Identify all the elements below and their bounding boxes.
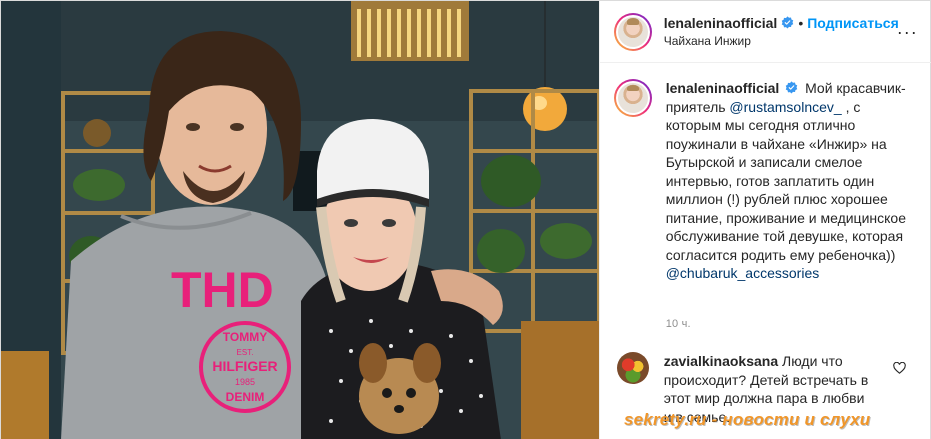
mention-link[interactable]: @chubaruk_accessories	[666, 265, 820, 281]
post-timestamp[interactable]: 10 ч.	[666, 318, 691, 330]
instagram-post: THD TOMMY EST. HILFIGER 1985 DENIM lenal…	[0, 0, 931, 439]
header-text: lenaleninaofficial • Подписаться Чайхана…	[664, 14, 899, 50]
badge-bottom-text: DENIM	[226, 390, 265, 404]
header-separator: •	[798, 14, 804, 31]
badge-top-text: TOMMY	[223, 330, 267, 344]
author-username[interactable]: lenaleninaofficial	[664, 14, 778, 32]
shirt-print: THD TOMMY EST. HILFIGER 1985 DENIM	[171, 262, 291, 413]
caption-body-end: , с которым мы сегодня отлично поужинали…	[665, 98, 906, 263]
caption-author-avatar[interactable]	[613, 79, 652, 117]
site-watermark: sekrety.ru - новости и слухи	[624, 410, 871, 429]
heart-icon[interactable]	[892, 362, 906, 374]
badge-est-text: EST.	[237, 348, 254, 357]
commenter-username[interactable]: zavialkinaoksana	[664, 353, 778, 369]
follow-button[interactable]: Подписаться	[807, 14, 899, 32]
author-avatar[interactable]	[613, 12, 652, 51]
post-caption: lenaleninaofficial Мой красавчик-приятел…	[613, 79, 924, 283]
post-photo[interactable]: THD TOMMY EST. HILFIGER 1985 DENIM	[1, 1, 599, 439]
location-link[interactable]: Чайхана Инжир	[664, 32, 899, 50]
commenter-avatar[interactable]	[616, 352, 649, 384]
caption-username[interactable]: lenaleninaofficial	[666, 80, 780, 96]
shirt-logo-text: THD	[171, 262, 274, 318]
badge-mid-text: HILFIGER	[212, 358, 277, 374]
caption-text: lenaleninaofficial Мой красавчик-приятел…	[666, 79, 916, 283]
post-sidebar: lenaleninaofficial • Подписаться Чайхана…	[598, 1, 931, 439]
more-options-icon[interactable]: ···	[897, 23, 918, 41]
mention-link[interactable]: @rustamsolncev_	[729, 99, 841, 115]
post-header: lenaleninaofficial • Подписаться Чайхана…	[599, 1, 931, 63]
badge-year-text: 1985	[235, 377, 255, 387]
verified-badge-icon	[782, 16, 794, 29]
verified-badge-icon	[785, 81, 798, 94]
